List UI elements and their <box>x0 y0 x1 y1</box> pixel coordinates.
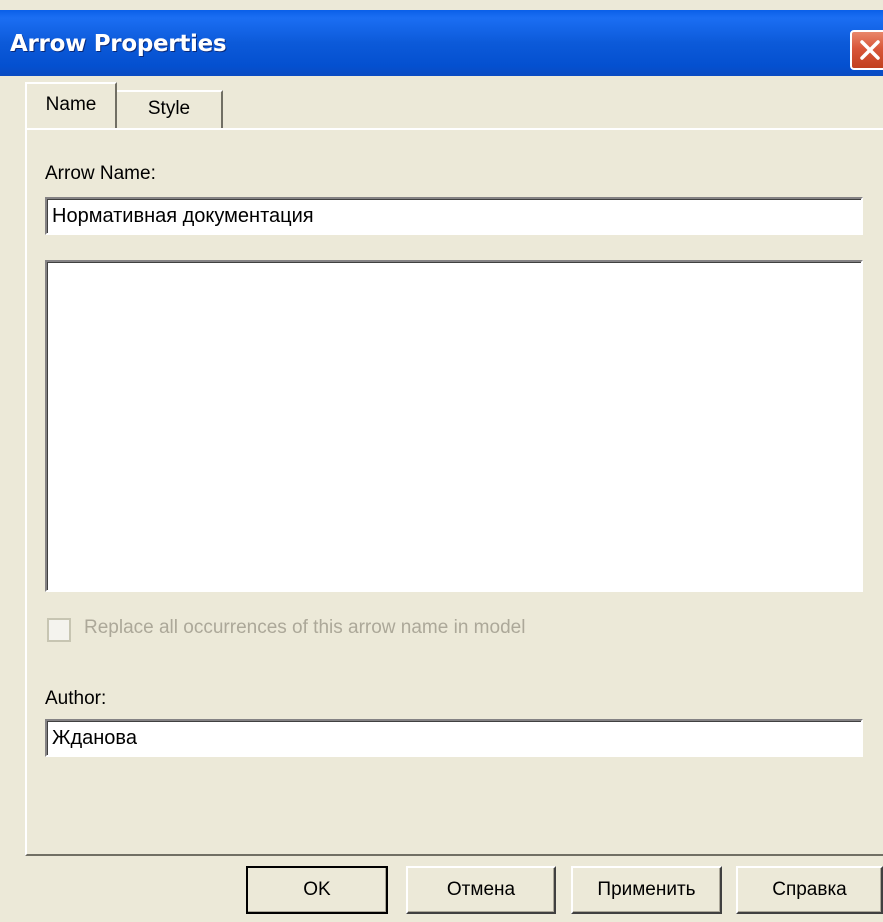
replace-occurrences-checkbox[interactable] <box>47 618 71 642</box>
author-input[interactable] <box>45 719 863 757</box>
author-label: Author: <box>45 688 107 709</box>
title-bar[interactable]: Arrow Properties <box>0 10 883 76</box>
cancel-button[interactable]: Отмена <box>406 866 556 914</box>
replace-occurrences-label: Replace all occurrences of this arrow na… <box>84 617 526 638</box>
dialog-title: Arrow Properties <box>10 31 227 57</box>
arrow-name-label: Arrow Name: <box>45 163 156 184</box>
help-button[interactable]: Справка <box>736 866 883 914</box>
arrow-note-textarea[interactable] <box>45 260 863 592</box>
arrow-name-input[interactable] <box>45 197 863 235</box>
ok-button[interactable]: OK <box>246 866 388 914</box>
tab-name[interactable]: Name <box>25 82 117 128</box>
close-button[interactable] <box>850 30 883 70</box>
arrow-properties-dialog: Arrow Properties Name Style Arrow Name: … <box>0 0 883 922</box>
close-icon <box>860 40 880 60</box>
tab-style[interactable]: Style <box>117 90 223 128</box>
apply-button[interactable]: Применить <box>571 866 722 914</box>
